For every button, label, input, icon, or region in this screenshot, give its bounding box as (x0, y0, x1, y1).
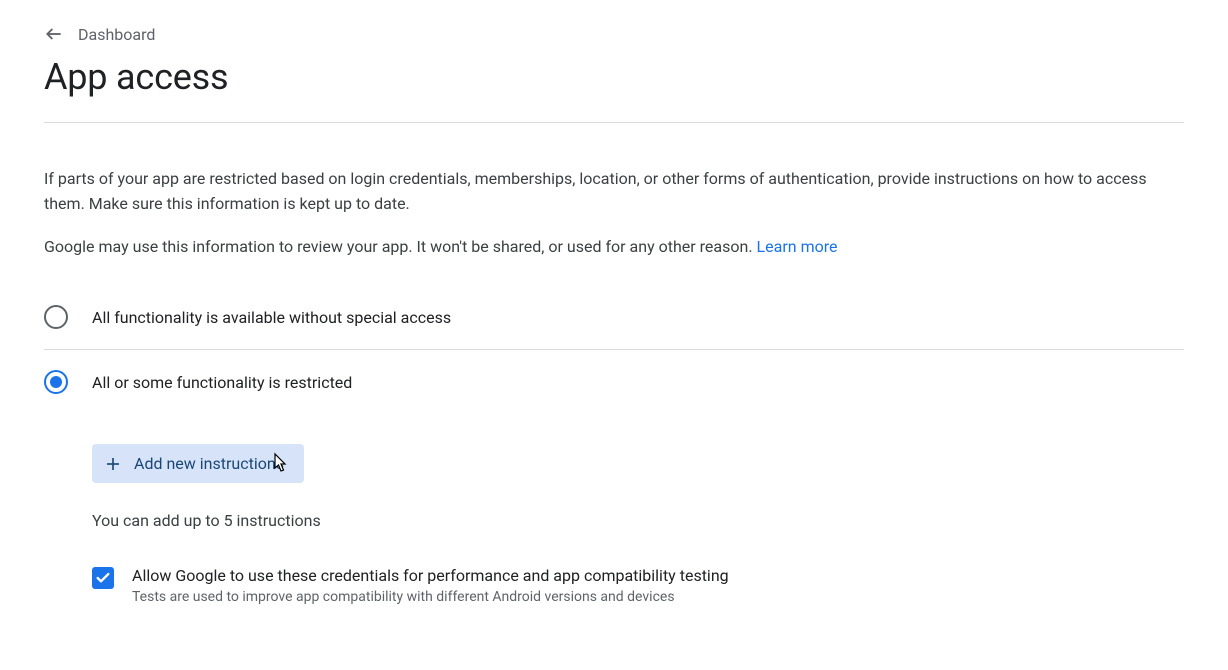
divider (44, 122, 1184, 123)
learn-more-link[interactable]: Learn more (757, 237, 838, 256)
radio-restricted[interactable] (44, 370, 68, 394)
add-instructions-label: Add new instructions (134, 454, 284, 473)
compatibility-checkbox[interactable] (92, 567, 114, 589)
breadcrumb: Dashboard (44, 24, 1184, 44)
breadcrumb-label[interactable]: Dashboard (78, 25, 155, 44)
option-restricted[interactable]: All or some functionality is restricted (44, 350, 1184, 414)
plus-icon (104, 455, 122, 473)
instructions-hint: You can add up to 5 instructions (92, 511, 1184, 530)
compatibility-checkbox-row: Allow Google to use these credentials fo… (92, 566, 1184, 605)
back-arrow-icon[interactable] (44, 24, 64, 44)
restricted-sub-section: Add new instructions You can add up to 5… (44, 444, 1184, 605)
intro-paragraph-2-text: Google may use this information to revie… (44, 237, 757, 256)
option-restricted-label: All or some functionality is restricted (92, 373, 352, 392)
add-instructions-button[interactable]: Add new instructions (92, 444, 304, 483)
intro-paragraph-2: Google may use this information to revie… (44, 235, 1184, 260)
compatibility-checkbox-content: Allow Google to use these credentials fo… (132, 566, 729, 605)
intro-section: If parts of your app are restricted base… (44, 167, 1184, 259)
option-unrestricted[interactable]: All functionality is available without s… (44, 285, 1184, 349)
intro-paragraph-1: If parts of your app are restricted base… (44, 167, 1184, 217)
compatibility-secondary-label: Tests are used to improve app compatibil… (132, 589, 729, 605)
radio-unrestricted[interactable] (44, 305, 68, 329)
page-title: App access (44, 56, 1184, 98)
option-unrestricted-label: All functionality is available without s… (92, 308, 451, 327)
compatibility-primary-label: Allow Google to use these credentials fo… (132, 566, 729, 585)
